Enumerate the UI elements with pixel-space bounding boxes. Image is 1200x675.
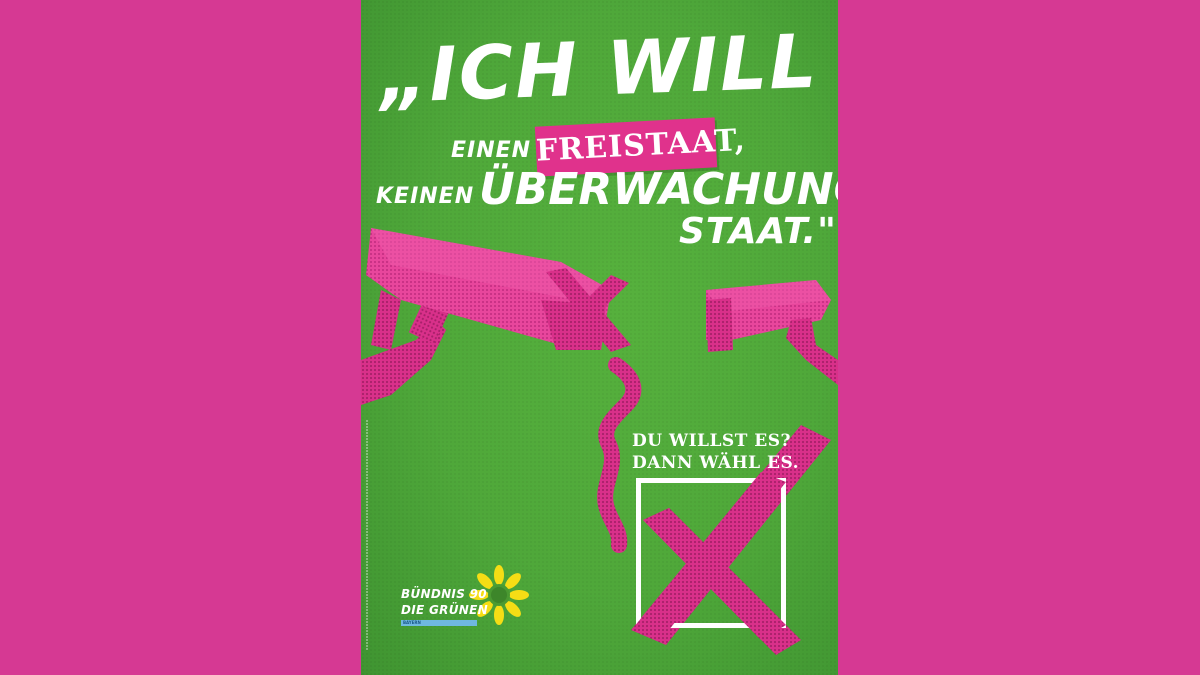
logo-text-line-1: BÜNDNIS 90 — [401, 587, 487, 601]
ballot-box-icon — [636, 478, 786, 628]
headline-line-3: ÜBERWACHUNGS- — [479, 164, 838, 215]
security-camera-icon — [706, 280, 838, 385]
headline-line-2-prefix: EINEN — [451, 138, 532, 163]
logo-subtitle: BAYERN — [401, 620, 477, 626]
headline-line-4: STAAT." — [679, 211, 837, 252]
slogan-line-1: DU WILLST ES? — [632, 431, 791, 451]
headline-line-1: „ICH WILL — [378, 18, 820, 120]
logo-text-line-2: DIE GRÜNEN — [401, 603, 488, 617]
slogan: DU WILLST ES? DANN WÄHL ES. — [632, 430, 799, 474]
imprint-fineprint — [363, 420, 371, 650]
party-logo: BÜNDNIS 90 DIE GRÜNEN BAYERN — [401, 565, 531, 630]
slogan-line-2: DANN WÄHL ES. — [632, 453, 800, 473]
headline-line-3-prefix: KEINEN — [376, 184, 475, 209]
background: „ICH WILL EINEN FREISTAAT, KEINEN ÜBERWA… — [0, 0, 1200, 675]
election-poster: „ICH WILL EINEN FREISTAAT, KEINEN ÜBERWA… — [361, 0, 838, 675]
